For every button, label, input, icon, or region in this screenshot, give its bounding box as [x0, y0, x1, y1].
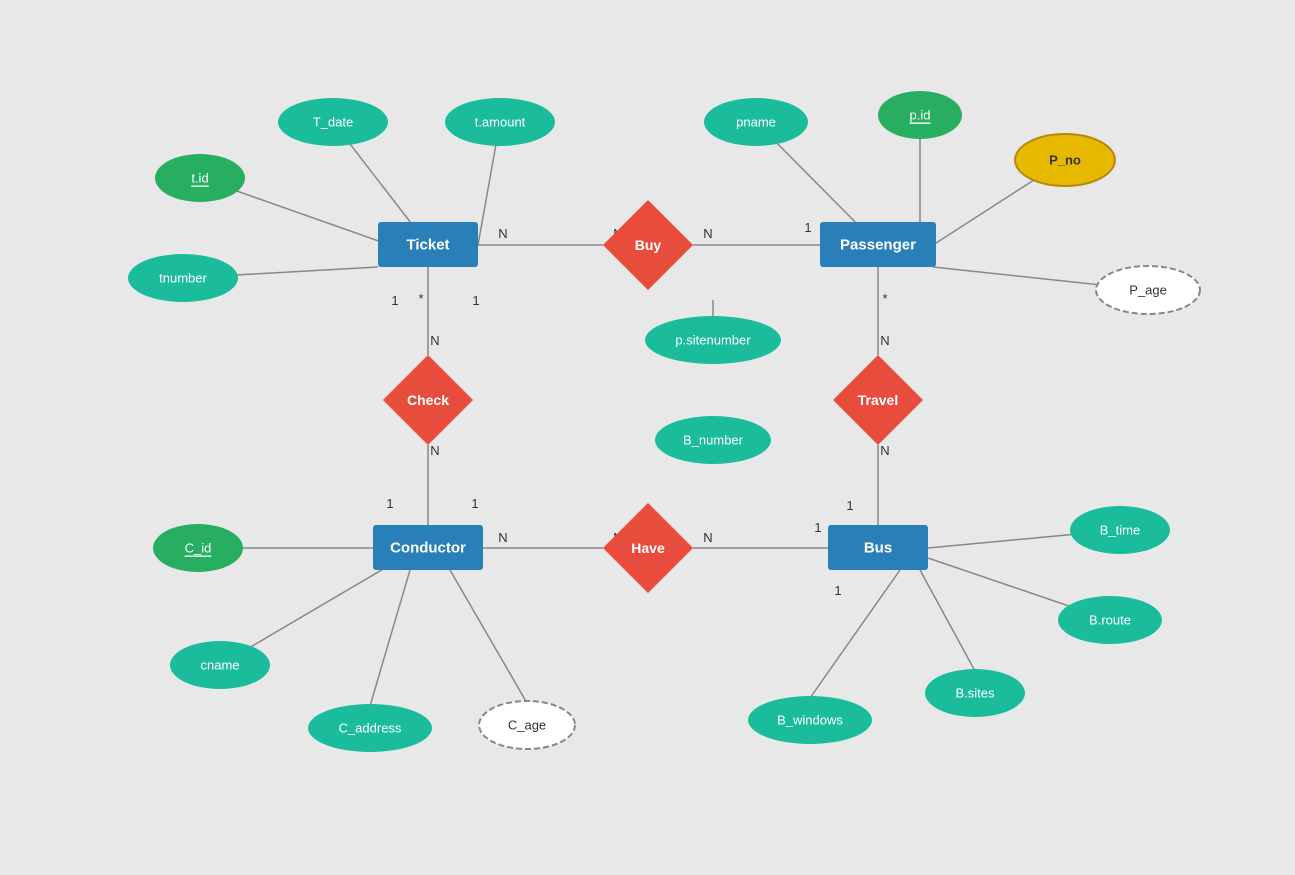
card-check-cond-n: N [430, 443, 439, 458]
card-ticket-1: 1 [391, 293, 398, 308]
attr-tnumber-label: tnumber [159, 271, 207, 286]
attr-t-date-label: T_date [313, 115, 353, 130]
attr-pname-label: pname [736, 115, 776, 130]
card-travel-bus-1: 1 [846, 498, 853, 513]
card-bus-1: 1 [834, 583, 841, 598]
attr-b-number-label: B_number [683, 433, 744, 448]
card-have-bus-n: N [703, 530, 712, 545]
relation-have-label: Have [631, 540, 665, 556]
attr-b-windows-label: B_windows [777, 713, 843, 728]
er-diagram: N N N 1 * N 1 1 N 1 1 * N N 1 N N N 1 1 … [0, 0, 1295, 875]
card-ticket-check-ticket: * [418, 291, 423, 306]
attr-c-age-label: C_age [508, 718, 546, 733]
relation-check-label: Check [407, 392, 449, 408]
card-pass-travel-star: * [882, 291, 887, 306]
attr-b-route-label: B.route [1089, 613, 1131, 628]
attr-cname-label: cname [200, 658, 239, 673]
attr-c-id-label: C_id [185, 541, 212, 556]
card-buy-pass-buy: N [703, 226, 712, 241]
card-pass-travel-n: N [880, 333, 889, 348]
attr-t-amount-label: t.amount [475, 115, 526, 130]
entity-passenger-label: Passenger [840, 237, 916, 254]
card-buy-pass-pass: 1 [804, 220, 811, 235]
entity-bus-label: Bus [864, 540, 892, 557]
card-ticket-1b: 1 [472, 293, 479, 308]
attr-c-address-label: C_address [339, 721, 402, 736]
attr-p-no-label: P_no [1049, 153, 1081, 168]
attr-t-id-label: t.id [191, 171, 208, 186]
attr-b-time-label: B_time [1100, 523, 1140, 538]
card-ticket-buy-ticket: N [498, 226, 507, 241]
attr-b-sites-label: B.sites [955, 686, 995, 701]
card-check-cond-1: 1 [386, 496, 393, 511]
card-ticket-check-n: N [430, 333, 439, 348]
entity-ticket-label: Ticket [406, 237, 449, 254]
attr-p-age-label: P_age [1129, 283, 1167, 298]
card-travel-bus-n: N [880, 443, 889, 458]
attr-p-sitenumber-label: p.sitenumber [675, 333, 751, 348]
relation-buy-label: Buy [635, 237, 662, 253]
attr-p-id-label: p.id [910, 108, 931, 123]
entity-conductor-label: Conductor [390, 540, 466, 557]
relation-travel-label: Travel [858, 392, 898, 408]
card-check-cond-1b: 1 [471, 496, 478, 511]
card-have-bus-1: 1 [814, 520, 821, 535]
card-cond-have-n: N [498, 530, 507, 545]
